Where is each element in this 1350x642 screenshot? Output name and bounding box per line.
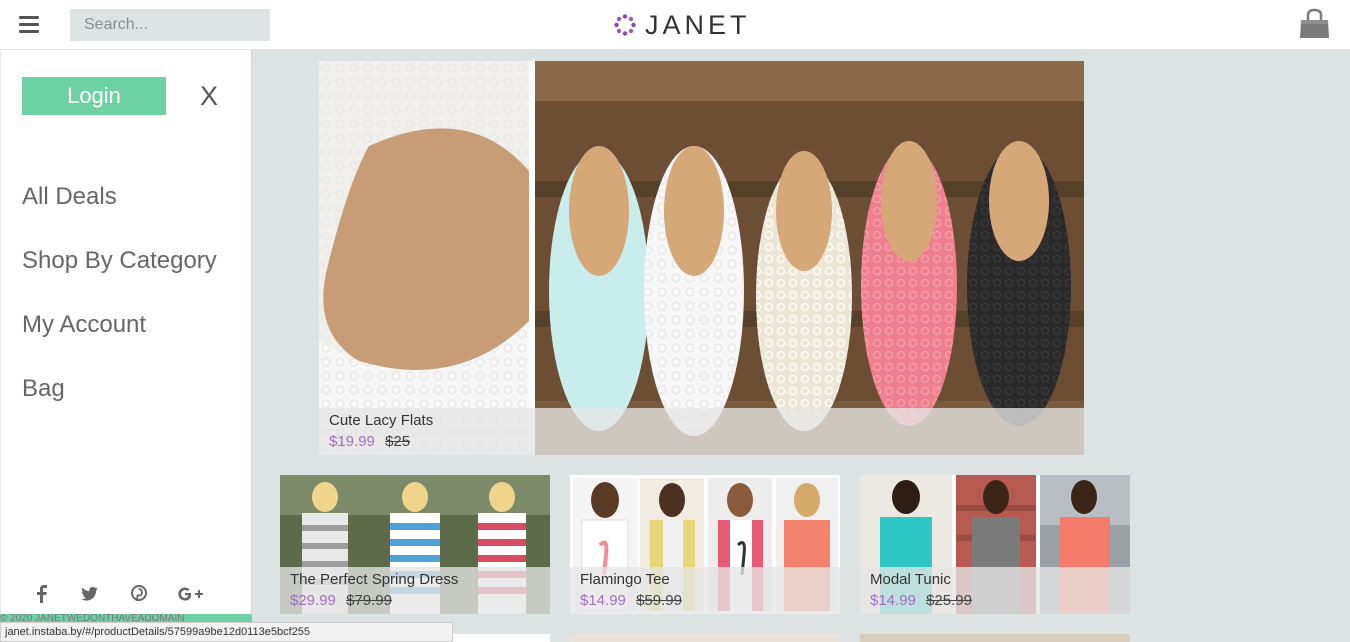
product-old-price: $25.99 bbox=[926, 592, 972, 609]
search-input[interactable] bbox=[70, 9, 270, 41]
browser-status-url: janet.instaba.by/#/productDetails/57599a… bbox=[0, 622, 453, 642]
product-name: Cute Lacy Flats bbox=[329, 412, 434, 429]
facebook-icon[interactable] bbox=[36, 585, 48, 603]
hero-product-card[interactable]: Cute Lacy Flats $19.99 $25 bbox=[319, 61, 1084, 455]
product-old-price: $59.99 bbox=[636, 592, 682, 609]
nav-all-deals[interactable]: All Deals bbox=[22, 183, 117, 211]
google-plus-icon[interactable] bbox=[178, 587, 204, 601]
hamburger-menu-icon[interactable] bbox=[19, 16, 39, 33]
top-header: JANET bbox=[0, 0, 1350, 50]
nav-shop-by-category[interactable]: Shop By Category bbox=[22, 247, 217, 275]
product-caption: Modal Tunic $14.99 $25.99 bbox=[860, 567, 1130, 614]
product-name: Modal Tunic bbox=[870, 571, 951, 588]
product-caption: The Perfect Spring Dress $29.99 $79.99 bbox=[280, 567, 550, 614]
login-button[interactable]: Login bbox=[22, 77, 166, 115]
product-card-partial[interactable] bbox=[570, 634, 840, 642]
product-card-partial[interactable] bbox=[860, 634, 1130, 642]
product-old-price: $79.99 bbox=[346, 592, 392, 609]
product-name: The Perfect Spring Dress bbox=[290, 571, 459, 588]
nav-bag[interactable]: Bag bbox=[22, 375, 65, 403]
hero-caption: Cute Lacy Flats $19.99 $25 bbox=[319, 408, 1084, 455]
logo-ring-icon bbox=[614, 14, 636, 36]
close-drawer-button[interactable]: X bbox=[200, 81, 218, 112]
brand-logo[interactable]: JANET bbox=[613, 9, 751, 41]
product-card-spring-dress[interactable]: The Perfect Spring Dress $29.99 $79.99 bbox=[280, 475, 550, 614]
product-caption: Flamingo Tee $14.99 $59.99 bbox=[570, 567, 840, 614]
logo-text: JANET bbox=[645, 9, 751, 40]
nav-my-account[interactable]: My Account bbox=[22, 311, 146, 339]
side-drawer: Login X All Deals Shop By Category My Ac… bbox=[0, 50, 252, 618]
product-price: $14.99 bbox=[870, 592, 916, 609]
product-card-flamingo-tee[interactable]: Flamingo Tee $14.99 $59.99 bbox=[570, 475, 840, 614]
product-old-price: $25 bbox=[385, 433, 411, 450]
product-price: $29.99 bbox=[290, 592, 336, 609]
twitter-icon[interactable] bbox=[81, 587, 98, 601]
lace-flats-image bbox=[319, 61, 1084, 455]
product-price: $14.99 bbox=[580, 592, 626, 609]
product-price: $19.99 bbox=[329, 433, 375, 450]
product-name: Flamingo Tee bbox=[580, 571, 670, 588]
product-card-modal-tunic[interactable]: Modal Tunic $14.99 $25.99 bbox=[860, 475, 1130, 614]
pinterest-icon[interactable] bbox=[131, 585, 147, 602]
shopping-bag-icon[interactable] bbox=[1298, 8, 1331, 40]
product-card-partial[interactable] bbox=[453, 634, 550, 642]
